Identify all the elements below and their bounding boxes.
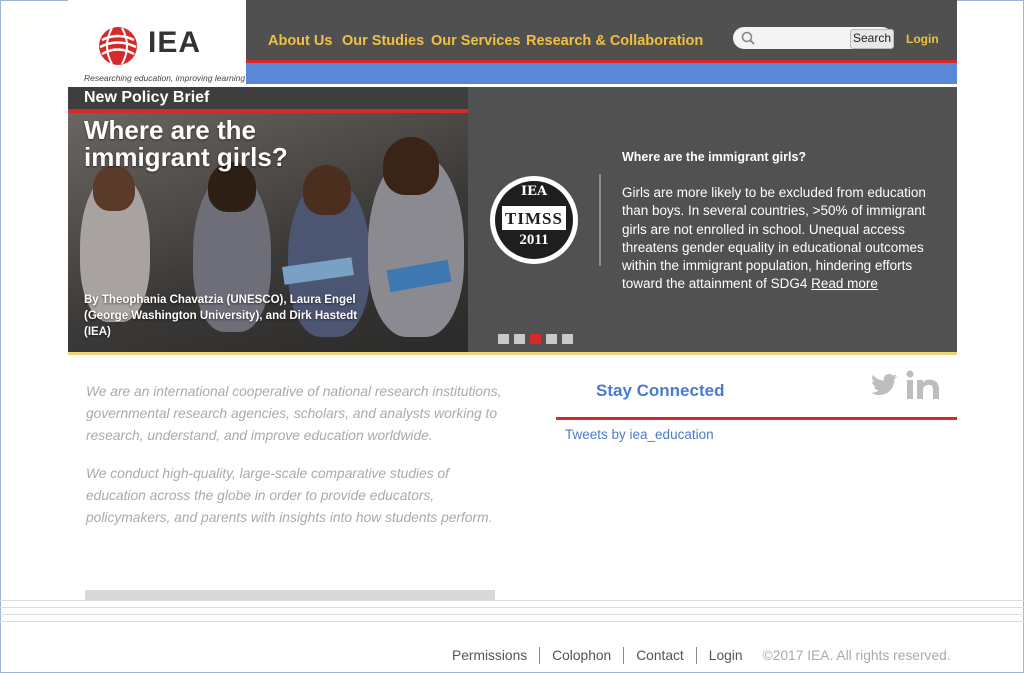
about-paragraph: We are an international cooperative of n… <box>86 384 502 443</box>
nav-item-about-us[interactable]: About Us <box>268 33 332 49</box>
hero-tag-label: New Policy Brief <box>84 89 210 106</box>
social-icons <box>870 370 940 400</box>
footer-divider <box>0 600 1024 601</box>
photo-figure <box>383 137 439 195</box>
carousel-dot[interactable] <box>562 334 573 344</box>
logo-wordmark: IEA <box>148 26 202 59</box>
hero-image[interactable]: New Policy Brief Where are the immigrant… <box>68 87 468 352</box>
hero-title: Where are the immigrant girls? <box>622 150 807 164</box>
hero-tag: New Policy Brief <box>68 87 468 109</box>
badge-year-text: 2011 <box>519 232 549 248</box>
badge-mid-text: TIMSS <box>505 209 563 228</box>
logo-area[interactable]: IEA Researching education, improving lea… <box>68 0 246 86</box>
nav-blue-band <box>246 63 957 84</box>
search-input[interactable] <box>761 30 851 48</box>
twitter-icon[interactable] <box>870 373 898 397</box>
footer-divider <box>0 607 1024 608</box>
nav-item-our-studies[interactable]: Our Studies <box>342 33 424 49</box>
hero-headline: Where are the immigrant girls? <box>84 115 288 172</box>
photo-figure <box>303 165 351 215</box>
search-box: Search <box>733 27 894 49</box>
hero-tag-underline <box>68 109 468 113</box>
linkedin-icon[interactable] <box>906 370 940 400</box>
carousel-dot-active[interactable] <box>530 334 541 344</box>
about-section: We are an international cooperative of n… <box>86 381 506 545</box>
footer-links: Permissions Colophon Contact Login ©2017… <box>440 647 951 664</box>
hero-authors: By Theophania Chavatzia (UNESCO), Laura … <box>84 294 358 338</box>
footer-link-login[interactable]: Login <box>697 648 755 663</box>
globe-logo-icon <box>99 27 137 65</box>
hero-description: Girls are more likely to be excluded fro… <box>622 184 942 294</box>
tweets-link[interactable]: Tweets by iea_education <box>565 427 714 442</box>
logo-tagline: Researching education, improving learnin… <box>84 73 246 83</box>
nav-item-our-services[interactable]: Our Services <box>431 33 520 49</box>
stay-connected-divider <box>556 417 957 420</box>
search-button[interactable]: Search <box>850 29 894 49</box>
stay-connected-title: Stay Connected <box>596 381 725 400</box>
carousel-dots <box>498 334 573 344</box>
footer-link-permissions[interactable]: Permissions <box>440 648 539 663</box>
footer-divider <box>0 621 1024 622</box>
carousel-dot[interactable] <box>546 334 557 344</box>
about-paragraph: We conduct high-quality, large-scale com… <box>86 466 493 525</box>
search-icon <box>741 31 755 45</box>
footer-divider <box>0 614 1024 615</box>
carousel-dot[interactable] <box>514 334 525 344</box>
copyright-text: ©2017 IEA. All rights reserved. <box>762 648 951 663</box>
hero-description-text: Girls are more likely to be excluded fro… <box>622 185 926 292</box>
hero-divider <box>599 174 601 266</box>
badge-top-text: IEA <box>520 184 548 199</box>
content-bar <box>85 590 495 600</box>
footer-link-contact[interactable]: Contact <box>624 648 696 663</box>
read-more-link[interactable]: Read more <box>811 276 878 291</box>
hero-carousel: New Policy Brief Where are the immigrant… <box>68 87 957 352</box>
hero-bottom-accent <box>68 352 957 355</box>
nav-item-research-collaboration[interactable]: Research & Collaboration <box>526 33 703 49</box>
footer-link-colophon[interactable]: Colophon <box>540 648 623 663</box>
carousel-dot[interactable] <box>498 334 509 344</box>
header-login-link[interactable]: Login <box>906 32 939 46</box>
